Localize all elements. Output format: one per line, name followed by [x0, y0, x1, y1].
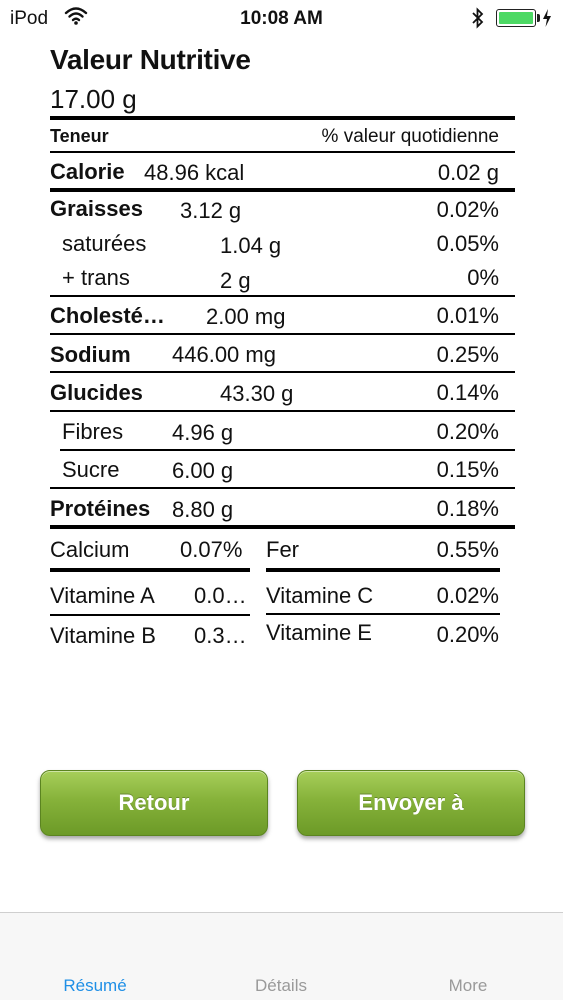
back-button[interactable]: Retour: [40, 770, 268, 836]
divider: [50, 410, 515, 412]
fat-daily-value: 0.02%: [436, 197, 499, 222]
vitamin-a-value: 0.0…: [194, 583, 247, 608]
sodium-value: 446.00 mg: [172, 342, 276, 367]
sugar-label: Sucre: [62, 457, 120, 482]
fiber-label: Fibres: [62, 419, 124, 444]
divider: [50, 333, 515, 335]
sugar-value: 6.00 g: [172, 458, 234, 483]
divider: [50, 614, 250, 616]
divider-thick: [266, 568, 500, 572]
calorie-label: Calorie: [50, 159, 125, 184]
fat-label: Graisses: [50, 196, 143, 221]
divider: [50, 151, 515, 153]
divider: [50, 371, 515, 373]
divider-thick: [50, 116, 515, 120]
tab-details[interactable]: Détails: [226, 976, 336, 996]
carbohydrates-label: Glucides: [50, 380, 143, 405]
calorie-value: 48.96 kcal: [144, 160, 245, 185]
sodium-daily-value: 0.25%: [436, 342, 499, 367]
saturated-fat-label: saturées: [62, 231, 147, 256]
divider: [50, 295, 515, 297]
saturated-fat-value: 1.04 g: [220, 233, 282, 258]
calcium-label: Calcium: [50, 537, 130, 562]
column-header-daily-value: % valeur quotidienne: [321, 126, 499, 147]
carbohydrates-daily-value: 0.14%: [436, 380, 499, 405]
battery-tip: [537, 14, 540, 22]
trans-fat-label: + trans: [62, 265, 130, 290]
charging-bolt-icon: [542, 8, 552, 33]
divider-thick: [50, 525, 515, 529]
vitamin-c-value: 0.02%: [436, 583, 499, 608]
vitamin-c-label: Vitamine C: [266, 583, 374, 608]
fiber-daily-value: 0.20%: [436, 419, 499, 444]
fiber-value: 4.96 g: [172, 420, 234, 445]
bluetooth-icon: [470, 6, 486, 35]
saturated-fat-daily-value: 0.05%: [436, 231, 499, 256]
divider: [60, 449, 515, 451]
tab-more[interactable]: More: [413, 976, 523, 996]
status-bar: iPod 10:08 AM: [0, 0, 563, 38]
calorie-daily-value: 0.02 g: [437, 160, 499, 185]
tab-resume[interactable]: Résumé: [40, 976, 150, 996]
panel-title: Valeur Nutritive: [50, 44, 251, 75]
carbohydrates-value: 43.30 g: [220, 381, 294, 406]
sugar-daily-value: 0.15%: [436, 457, 499, 482]
sodium-label: Sodium: [50, 342, 131, 367]
fat-value: 3.12 g: [180, 198, 242, 223]
protein-daily-value: 0.18%: [436, 496, 499, 521]
tab-bar: Résumé Détails More: [0, 912, 563, 1000]
iron-label: Fer: [266, 537, 299, 562]
vitamin-b-value: 0.3…: [194, 623, 247, 648]
cholesterol-label: Cholesté…: [50, 303, 165, 328]
vitamin-a-label: Vitamine A: [50, 583, 155, 608]
cholesterol-value: 2.00 mg: [206, 304, 286, 329]
vitamin-e-label: Vitamine E: [266, 620, 372, 645]
protein-value: 8.80 g: [172, 497, 234, 522]
send-to-button[interactable]: Envoyer à: [297, 770, 525, 836]
divider-thick: [50, 568, 250, 572]
battery-icon: [496, 9, 536, 27]
divider: [50, 487, 515, 489]
divider: [266, 613, 500, 615]
trans-fat-daily-value: 0%: [467, 265, 499, 290]
column-header-content: Teneur: [50, 126, 109, 146]
serving-size: 17.00 g: [50, 84, 137, 114]
divider-thick: [50, 188, 515, 192]
protein-label: Protéines: [50, 496, 151, 521]
cholesterol-daily-value: 0.01%: [436, 303, 499, 328]
vitamin-b-label: Vitamine B: [50, 623, 156, 648]
iron-value: 0.55%: [436, 537, 499, 562]
trans-fat-value: 2 g: [220, 268, 251, 293]
calcium-value: 0.07%: [180, 537, 243, 562]
vitamin-e-value: 0.20%: [436, 622, 499, 647]
